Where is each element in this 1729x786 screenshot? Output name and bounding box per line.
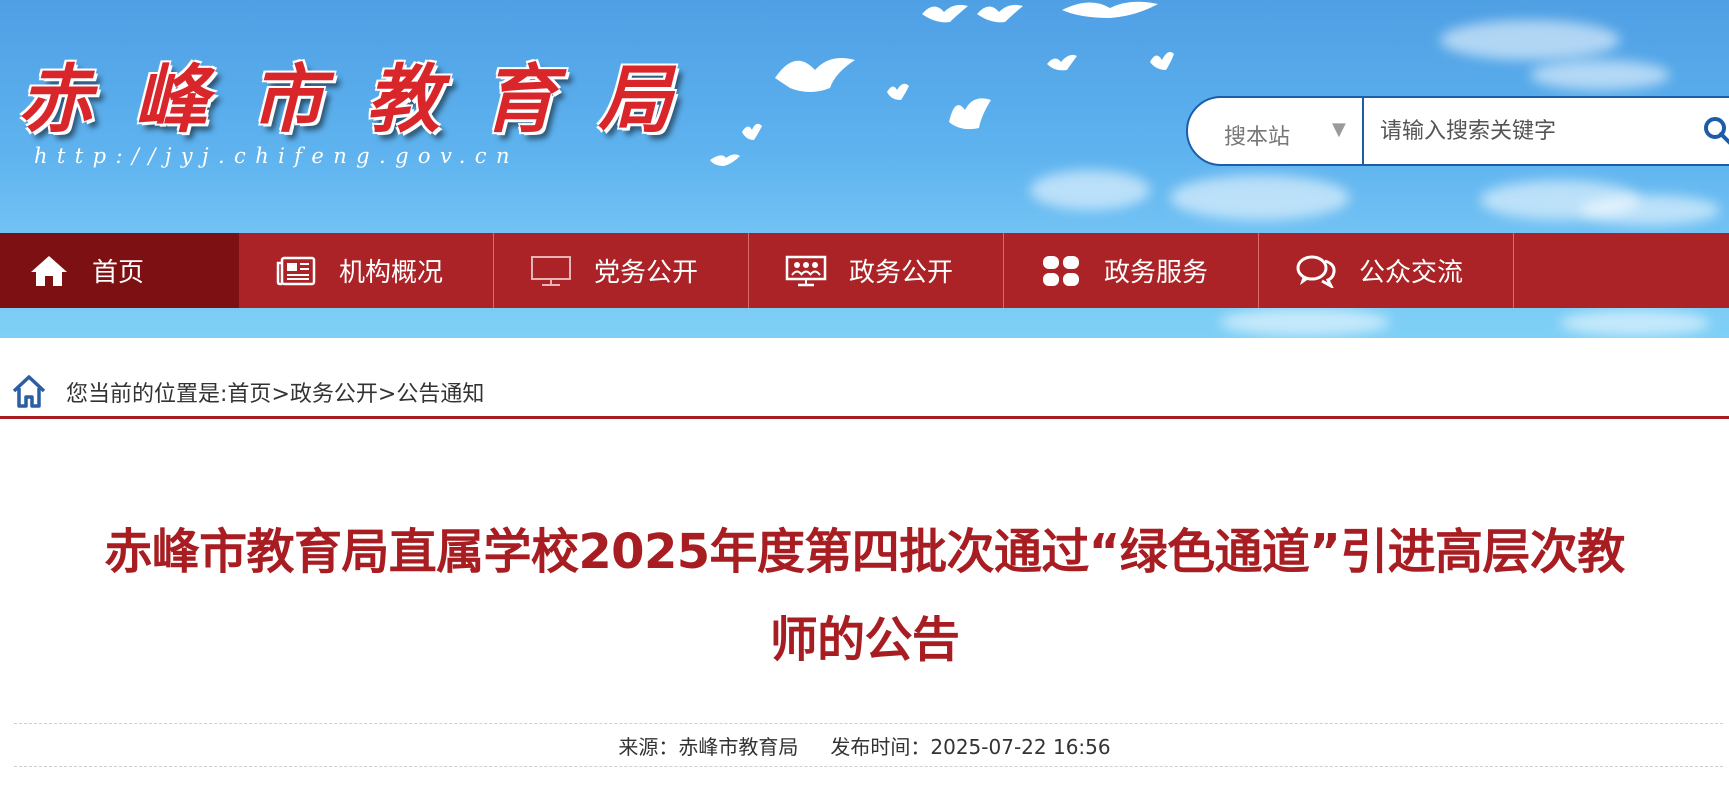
nav-item-label: 首页: [92, 258, 145, 288]
nav-item-home[interactable]: 首页: [0, 233, 239, 308]
cloud-decoration: [1440, 20, 1620, 60]
dove-icon: [742, 123, 762, 140]
site-logo-title: 赤峰市教育局: [18, 57, 714, 143]
chevron-down-icon[interactable]: ▼: [1332, 119, 1346, 140]
nav-item-label: 政务服务: [1104, 258, 1209, 288]
breadcrumb: 您当前的位置是:首页>政务公开>公告通知: [0, 366, 1729, 416]
presentation-icon: [785, 254, 827, 288]
nav-item-party-affairs[interactable]: 党务公开: [494, 233, 749, 308]
breadcrumb-divider: [0, 416, 1729, 419]
dove-icon: [887, 83, 909, 100]
source-label: 来源：: [618, 735, 679, 759]
search-icon[interactable]: [1703, 116, 1729, 146]
publish-time-label: 发布时间：: [830, 735, 931, 759]
cloud-decoration: [1220, 308, 1390, 336]
search-input[interactable]: [1378, 108, 1712, 154]
home-icon: [28, 254, 70, 288]
nav-item-government-affairs[interactable]: 政务公开: [749, 233, 1004, 308]
search-scope-select[interactable]: 搜本站: [1224, 119, 1290, 151]
grid-icon: [1040, 254, 1082, 288]
meta-divider: [14, 766, 1723, 767]
home-icon[interactable]: [10, 372, 48, 410]
nav-item-label: 政务公开: [849, 258, 954, 288]
nav-item-label: 机构概况: [339, 258, 444, 288]
dove-icon: [1062, 1, 1158, 18]
breadcrumb-prefix: 您当前的位置是:: [66, 382, 228, 407]
dove-icon: [977, 4, 1023, 23]
article-title: 赤峰市教育局直属学校2025年度第四批次通过“绿色通道”引进高层次教 师的公告: [10, 508, 1719, 684]
cloud-decoration: [1580, 195, 1720, 225]
cloud-decoration: [1170, 175, 1350, 220]
meta-divider: [14, 723, 1723, 724]
breadcrumb-separator: >: [271, 382, 290, 407]
dove-icon: [922, 4, 968, 23]
search-bar: 搜本站 ▼: [1186, 96, 1729, 166]
article-title-line: 师的公告: [769, 612, 960, 668]
dove-icon: [775, 57, 855, 92]
nav-item-label: 党务公开: [594, 258, 699, 288]
breadcrumb-link-notices[interactable]: 公告通知: [396, 382, 484, 407]
breadcrumb-link-government-affairs[interactable]: 政务公开: [290, 382, 378, 407]
chat-icon: [1295, 254, 1337, 288]
article-meta: 来源：赤峰市教育局 发布时间：2025-07-22 16:56: [0, 731, 1729, 760]
monitor-icon: [530, 254, 572, 288]
dove-icon: [1047, 54, 1077, 71]
nav-item-services[interactable]: 政务服务: [1004, 233, 1259, 308]
breadcrumb-link-home[interactable]: 首页: [227, 382, 271, 407]
nav-item-about[interactable]: 机构概况: [239, 233, 494, 308]
source-value: 赤峰市教育局: [678, 735, 799, 759]
main-nav: 首页 机构概况 党务公开 政务公开 政务服务 公众交流: [0, 233, 1729, 308]
dove-icon: [1150, 52, 1174, 70]
site-logo-url: http://jyj.chifeng.gov.cn: [34, 144, 519, 168]
cloud-decoration: [1030, 170, 1150, 210]
search-divider: [1362, 98, 1364, 164]
cloud-decoration: [1530, 60, 1670, 90]
cloud-decoration: [1560, 310, 1710, 336]
article-title-line: 赤峰市教育局直属学校2025年度第四批次通过“绿色通道”引进高层次教: [104, 524, 1625, 580]
dove-icon: [949, 98, 991, 130]
dove-icon: [710, 154, 740, 166]
nav-item-public-exchange[interactable]: 公众交流: [1259, 233, 1514, 308]
nav-item-label: 公众交流: [1359, 258, 1464, 288]
breadcrumb-text: 您当前的位置是:首页>政务公开>公告通知: [66, 376, 484, 408]
newspaper-icon: [275, 254, 317, 288]
breadcrumb-separator: >: [377, 382, 397, 407]
publish-time-value: 2025-07-22 16:56: [930, 735, 1111, 759]
